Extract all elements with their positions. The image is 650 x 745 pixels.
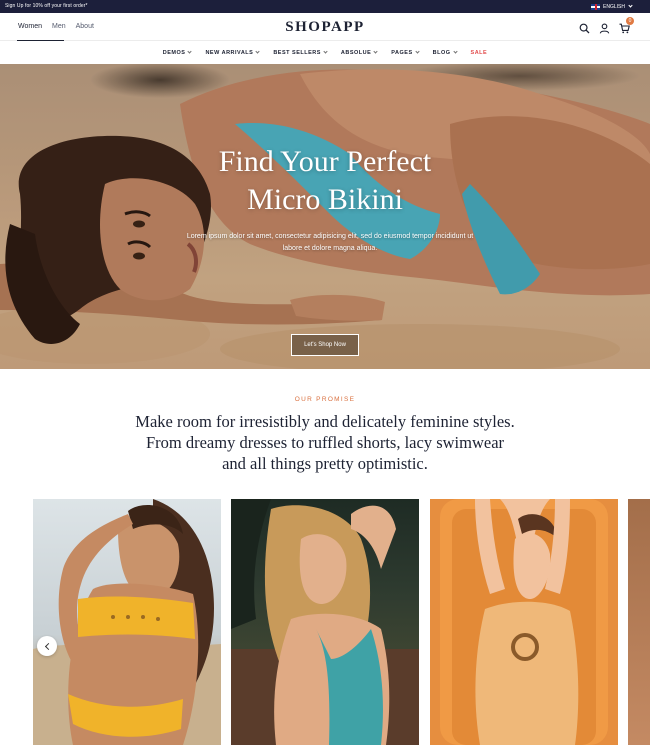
nav-label: NEW ARRIVALS [205,49,254,56]
hero-title: Find Your Perfect Micro Bikini [0,143,650,219]
product-image [231,499,419,745]
promise-line-1: Make room for irresistibly and delicatel… [135,412,515,431]
cart-icon[interactable]: 0 [619,17,634,34]
product-card-orange-swimsuit[interactable] [430,499,618,745]
promise-line-3: and all things pretty optimistic. [222,454,428,473]
user-icon[interactable] [599,21,610,34]
hero-banner: Find Your Perfect Micro Bikini Lorem ips… [0,64,650,369]
nav-item-blog[interactable]: BLOG [432,49,458,56]
chevron-down-icon [323,49,328,54]
product-card-partial[interactable] [628,499,650,745]
hero-title-line-2: Micro Bikini [247,183,403,216]
hero-subtitle: Lorem ipsum dolor sit amet, consectetur … [186,233,474,252]
nav-label: SALE [470,49,488,56]
nav-label: DEMOS [162,49,186,56]
promise-eyebrow: OUR PROMISE [294,396,356,403]
announcement-bar: Sign Up for 10% off your first order* EN… [0,0,650,13]
hero-title-line-1: Find Your Perfect [218,145,432,178]
language-selector[interactable]: ENGLISH [591,2,633,11]
chevron-down-icon [415,49,420,54]
chevron-down-icon [628,3,633,8]
main-nav: DEMOS NEW ARRIVALS BEST SELLERS ABSOLUE … [0,42,650,63]
chevron-down-icon [373,49,378,54]
nav-item-demos[interactable]: DEMOS [162,49,193,56]
nav-item-sale[interactable]: SALE [471,50,488,56]
site-header: Women Men About SHOPAPP 0 [0,13,650,41]
cart-count-badge: 0 [626,17,634,25]
shop-now-button[interactable]: Let's Shop Now [291,334,359,356]
chevron-down-icon [187,49,193,54]
nav-label: ABSOLUE [340,49,372,56]
product-card-yellow-bikini[interactable] [33,499,221,745]
header-actions: 0 [579,17,634,34]
product-image [440,499,608,745]
nav-label: BLOG [432,49,451,56]
product-card-teal-swimsuit[interactable] [231,499,419,745]
nav-item-new-arrivals[interactable]: NEW ARRIVALS [205,49,260,56]
nav-label: PAGES [391,49,413,56]
nav-item-pages[interactable]: PAGES [391,49,420,56]
product-image [33,499,221,745]
search-icon[interactable] [579,21,590,34]
promise-statement: Make room for irresistibly and delicatel… [100,411,550,474]
uk-flag-icon [591,3,601,10]
promo-text[interactable]: Sign Up for 10% off your first order* [5,3,88,9]
nav-item-best-sellers[interactable]: BEST SELLERS [273,49,328,56]
carousel-prev-button[interactable] [37,636,57,656]
chevron-left-icon [44,642,52,650]
chevron-down-icon [452,49,458,54]
language-label: ENGLISH [603,3,625,10]
nav-label: BEST SELLERS [273,49,321,56]
nav-item-absolue[interactable]: ABSOLUE [340,49,378,56]
site-logo[interactable]: SHOPAPP [0,19,650,36]
chevron-down-icon [255,49,260,54]
promise-line-2: From dreamy dresses to ruffled shorts, l… [145,433,505,452]
